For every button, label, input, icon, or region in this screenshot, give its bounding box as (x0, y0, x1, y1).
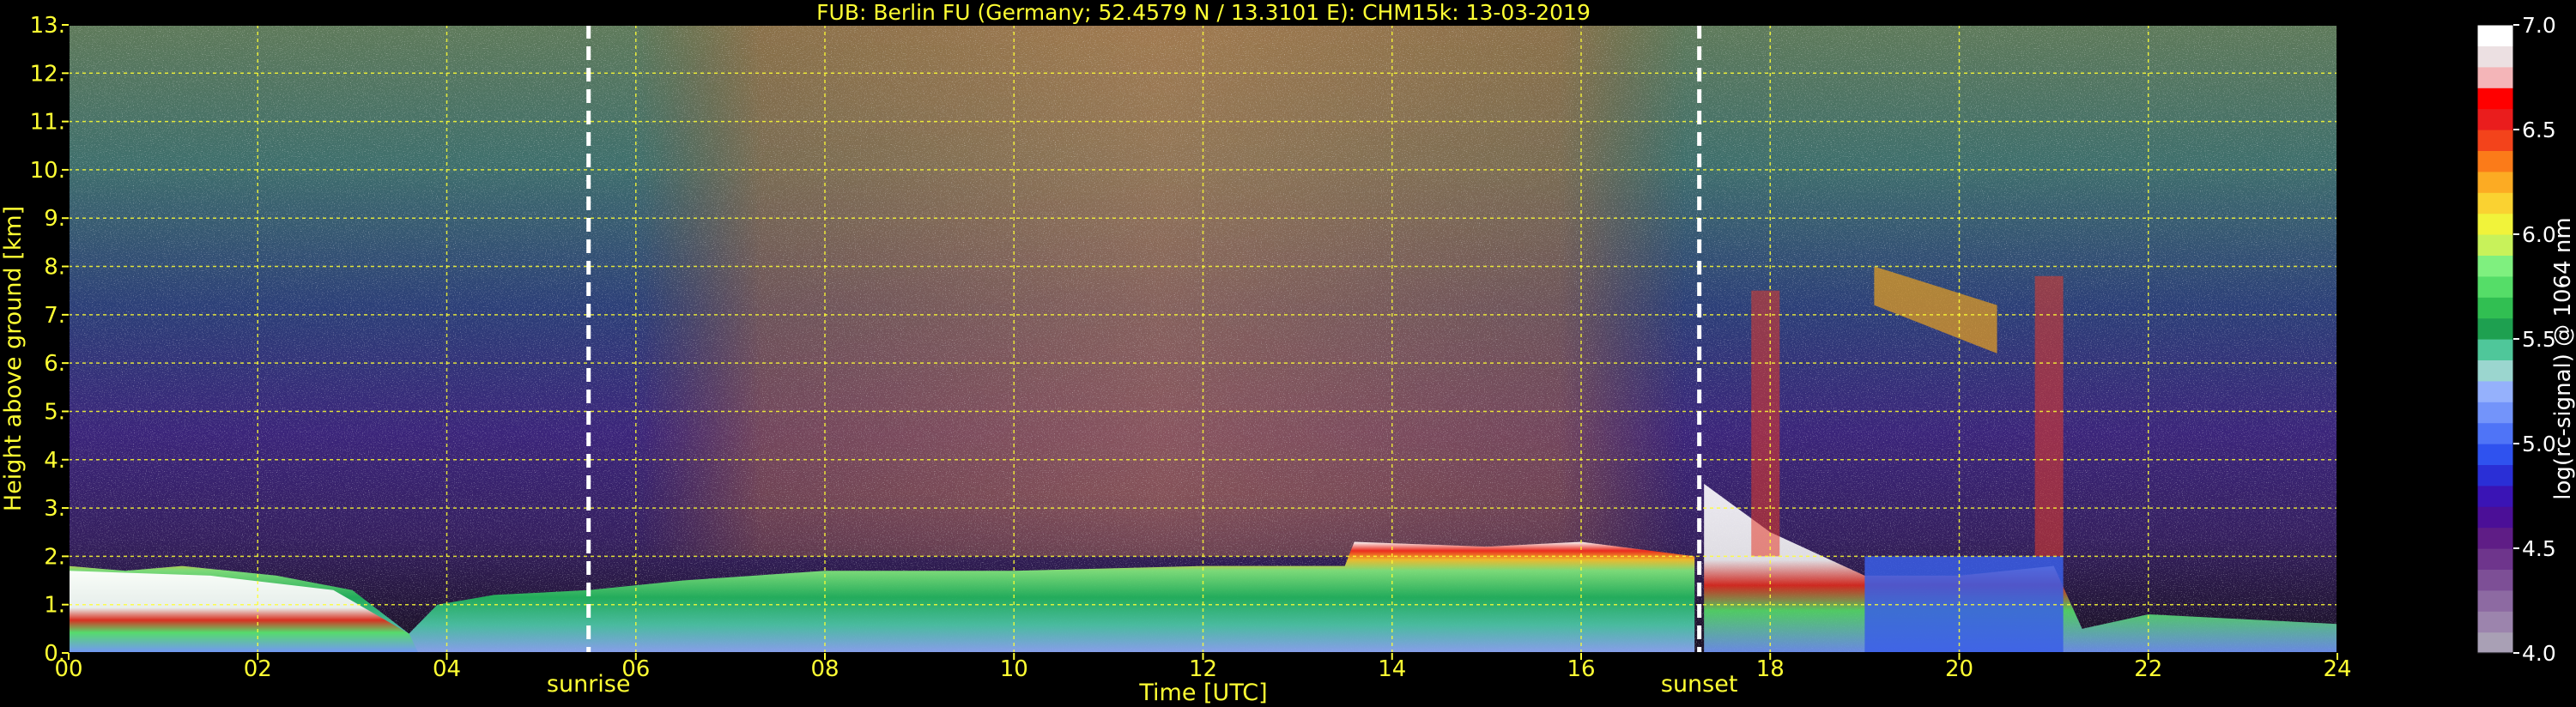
colorbar-segment-21 (2477, 192, 2513, 215)
y-tick-label-5: 5. (44, 399, 65, 425)
colorbar-segment-29 (2477, 25, 2513, 46)
colorbar-segment-15 (2477, 317, 2513, 340)
colorbar-segment-9 (2477, 444, 2513, 465)
cloud-column-a (1751, 290, 1780, 557)
sunset-label: sunset (1661, 671, 1738, 698)
y-tick-label-7: 7. (44, 303, 65, 329)
colorbar-segment-0 (2477, 631, 2513, 654)
colorbar-segment-28 (2477, 45, 2513, 68)
colorbar-segment-23 (2477, 150, 2513, 172)
colorbar-segment-24 (2477, 130, 2513, 151)
x-tick-label-02: 02 (244, 656, 272, 682)
colorbar-segment-14 (2477, 339, 2513, 360)
y-tick-label-3: 3. (44, 496, 65, 522)
x-tick-label-10: 10 (1000, 656, 1028, 682)
colorbar-segment-7 (2477, 485, 2513, 507)
y-tick-label-2: 2. (44, 544, 65, 570)
x-tick-label-16: 16 (1567, 656, 1595, 682)
colorbar-segment-6 (2477, 506, 2513, 529)
x-axis-label: Time [UTC] (1138, 680, 1267, 706)
x-tick-label-08: 08 (810, 656, 839, 682)
colorbar-segment-13 (2477, 360, 2513, 382)
x-tick-label-20: 20 (1945, 656, 1973, 682)
x-tick-label-12: 12 (1189, 656, 1217, 682)
colorbar-segment-5 (2477, 527, 2513, 549)
y-tick-label-11: 11. (30, 110, 65, 136)
colorbar-tick-label-0: 4.0 (2522, 641, 2556, 666)
y-tick-label-1: 1. (44, 593, 65, 619)
x-tick-label-18: 18 (1756, 656, 1785, 682)
colorbar-segment-2 (2477, 589, 2513, 612)
y-tick-label-13: 13. (30, 13, 65, 39)
cloud-column-b (2034, 275, 2064, 557)
colorbar-segment-3 (2477, 569, 2513, 591)
chart-title: FUB: Berlin FU (Germany; 52.4579 N / 13.… (816, 0, 1591, 25)
x-tick-label-22: 22 (2134, 656, 2162, 682)
sunrise-label: sunrise (547, 671, 631, 698)
y-tick-label-0: 0. (44, 641, 65, 667)
y-tick-label-6: 6. (44, 351, 65, 377)
colorbar-label: log(rc-signal) @ 1064 nm (2550, 217, 2576, 499)
colorbar-segment-1 (2477, 611, 2513, 633)
colorbar-segment-11 (2477, 402, 2513, 424)
colorbar-segment-17 (2477, 275, 2513, 298)
colorbar-segment-18 (2477, 255, 2513, 277)
colorbar-segment-19 (2477, 234, 2513, 256)
x-tick-label-24: 24 (2323, 656, 2351, 682)
colorbar-segment-16 (2477, 297, 2513, 319)
colorbar-segment-8 (2477, 464, 2513, 486)
colorbar-tick-label-1: 4.5 (2522, 536, 2556, 561)
colorbar-segment-22 (2477, 171, 2513, 193)
x-tick-label-06: 06 (621, 656, 650, 682)
colorbar-segment-26 (2477, 88, 2513, 110)
plot-background (69, 25, 2337, 653)
y-tick-label-10: 10. (30, 158, 65, 184)
colorbar-segment-4 (2477, 548, 2513, 570)
colorbar-segment-10 (2477, 422, 2513, 444)
ceilometer-chart: sunrise sunset 00 02 04 06 08 10 12 14 16 18 20 22 24… (0, 0, 2576, 706)
y-tick-label-8: 8. (44, 255, 65, 281)
y-axis-label: Height above ground [km] (0, 206, 27, 511)
colorbar: 4.04.55.05.56.06.57.0 (2476, 13, 2556, 666)
colorbar-tick-label-5: 6.5 (2522, 118, 2556, 142)
x-tick-label-14: 14 (1378, 656, 1406, 682)
y-tick-label-9: 9. (44, 206, 65, 232)
colorbar-segment-20 (2477, 213, 2513, 235)
colorbar-segment-27 (2477, 66, 2513, 88)
y-tick-label-12: 12. (30, 61, 65, 87)
colorbar-tick-label-6: 7.0 (2522, 13, 2556, 38)
colorbar-segment-25 (2477, 108, 2513, 130)
x-tick-label-04: 04 (433, 656, 461, 682)
y-tick-label-4: 4. (44, 448, 65, 474)
colorbar-segment-12 (2477, 380, 2513, 402)
